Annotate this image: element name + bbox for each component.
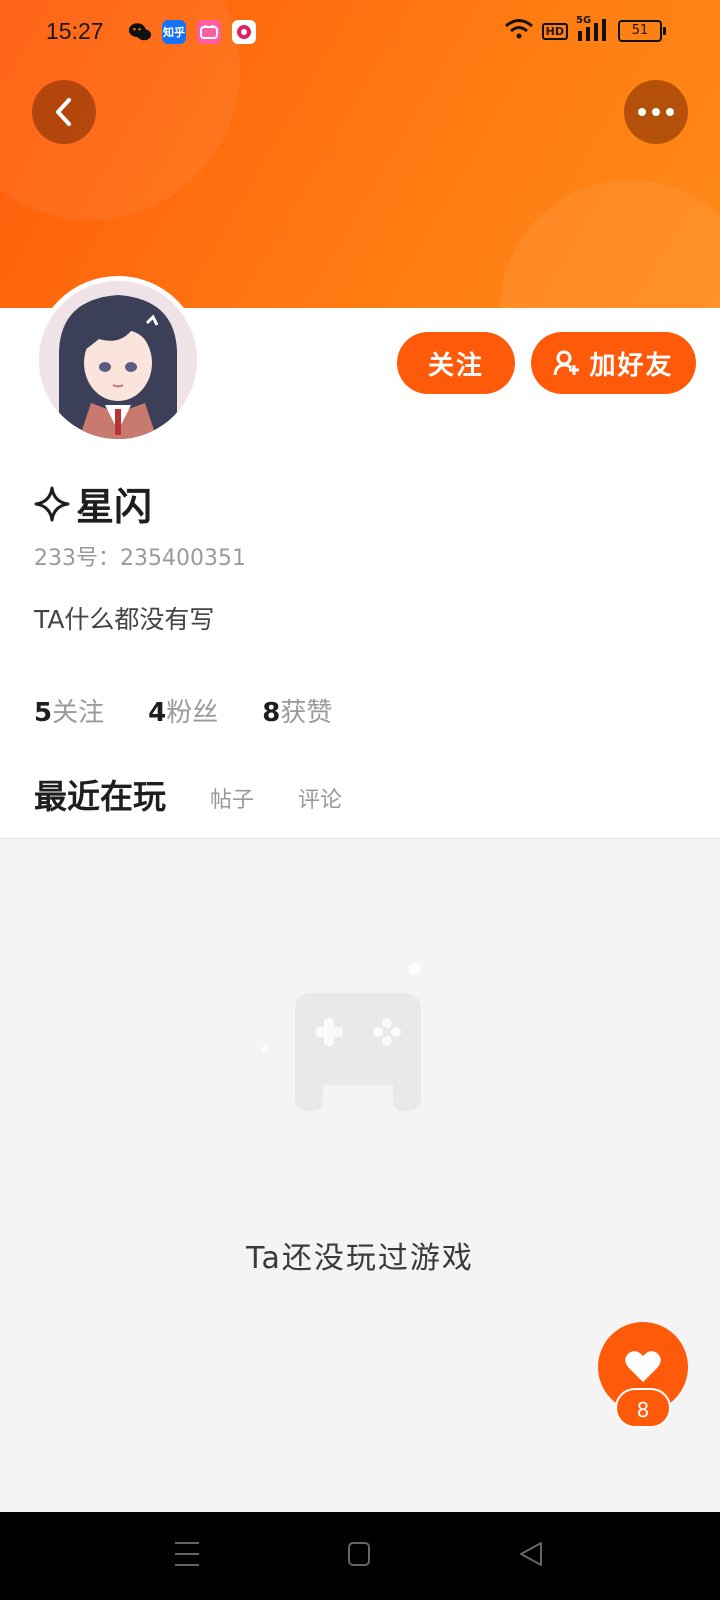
wifi-icon [504, 18, 534, 44]
sparkle-icon [34, 486, 70, 521]
add-friend-button[interactable]: 加好友 [531, 332, 696, 394]
user-id: 233号：235400351 [34, 540, 246, 572]
status-time: 15:27 [46, 18, 104, 44]
user-id-value: 235400351 [120, 546, 246, 571]
nickname: 星闪 [34, 476, 152, 531]
zhihu-icon: 知乎 [162, 20, 186, 44]
stat-following[interactable]: 5关注 [34, 692, 104, 729]
tab-posts[interactable]: 帖子 [210, 782, 254, 818]
gamepad-icon [262, 963, 421, 1111]
user-id-label: 233号： [34, 546, 120, 571]
stats-row: 5关注 4粉丝 8获赞 [34, 692, 332, 729]
more-button[interactable] [624, 80, 688, 144]
bilibili-like-icon [197, 20, 221, 44]
like-count-badge: 8 [615, 1388, 671, 1428]
hd-badge: HD [541, 22, 568, 40]
more-dots-icon [638, 108, 674, 116]
status-bar: 15:27 知乎 HD 5G 51 [0, 0, 720, 64]
battery-indicator: 51 [618, 20, 666, 42]
add-user-icon [553, 350, 580, 376]
back-button[interactable] [32, 80, 96, 144]
chevron-left-icon [56, 98, 71, 126]
nickname-text: 星闪 [76, 485, 153, 529]
empty-state-text: Ta还没玩过游戏 [246, 1241, 474, 1276]
avatar[interactable] [34, 276, 202, 444]
follow-button[interactable]: 关注 [397, 332, 515, 394]
system-nav-bar [0, 1512, 720, 1600]
wechat-icon [128, 20, 152, 44]
stat-fans[interactable]: 4粉丝 [148, 692, 218, 729]
stat-likes: 8获赞 [262, 698, 333, 728]
profile-tabs: 最近在玩 帖子 评论 [34, 770, 342, 848]
bio: TA什么都没有写 [34, 605, 215, 634]
tab-recently-played[interactable]: 最近在玩 [34, 770, 166, 848]
signal-icon: 5G [576, 15, 610, 43]
add-friend-label: 加好友 [589, 350, 674, 381]
back-triangle-icon[interactable] [518, 1540, 544, 1568]
recently-played-panel: Ta还没玩过游戏 [0, 838, 720, 1513]
heart-icon [625, 1351, 661, 1382]
home-square-icon[interactable] [347, 1540, 371, 1568]
tab-comments[interactable]: 评论 [298, 782, 342, 818]
menu-icon[interactable] [174, 1540, 200, 1568]
app-notification-icon [232, 20, 256, 44]
